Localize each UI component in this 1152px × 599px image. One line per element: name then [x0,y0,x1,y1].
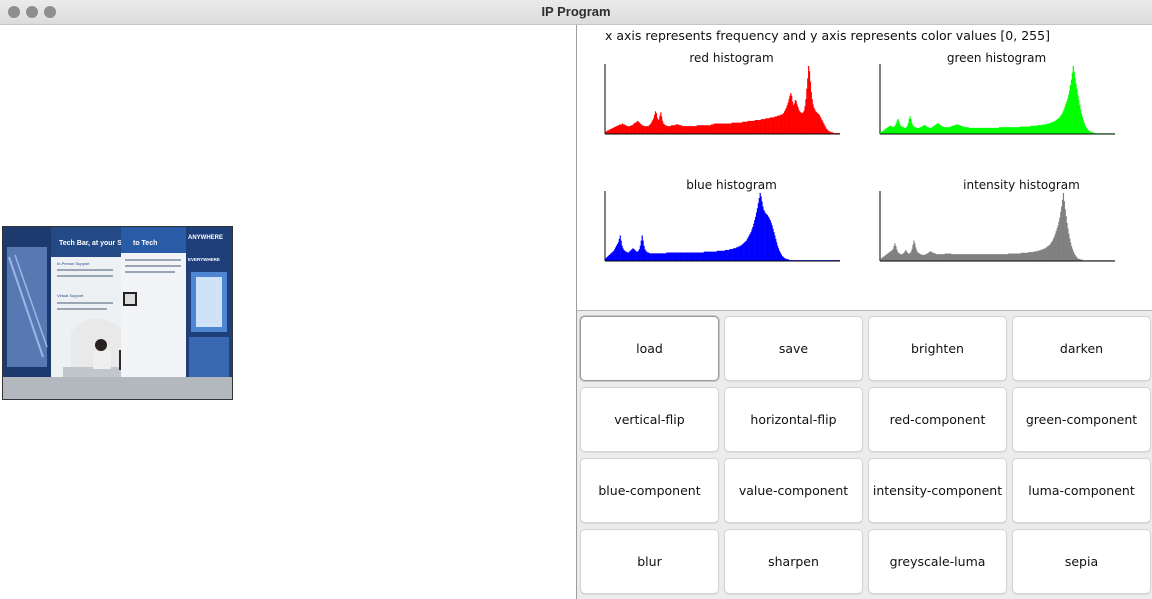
sign-text-anywhere: ANYWHERE [188,235,223,241]
brighten-button[interactable]: brighten [868,316,1007,381]
blue-histogram-label: blue histogram [686,178,777,192]
window-titlebar: IP Program [0,0,1152,25]
loaded-image: Tech Bar, at your Service In-Person Supp… [2,226,233,400]
value-component-button[interactable]: value-component [724,458,863,523]
green-histogram-chart [879,64,1115,135]
darken-button[interactable]: darken [1012,316,1151,381]
green-histogram-label: green histogram [946,51,1047,65]
sepia-button[interactable]: sepia [1012,529,1151,594]
save-button[interactable]: save [724,316,863,381]
image-panel: Tech Bar, at your Service In-Person Supp… [0,25,577,599]
blue-histogram-chart [604,191,840,262]
greyscale-luma-button[interactable]: greyscale-luma [868,529,1007,594]
operation-buttons-panel: load save brighten darken vertical-flip … [577,311,1152,599]
sign-text-everywhere: EVERYWHERE [188,257,220,262]
red-histogram-chart [604,64,840,135]
sign-text-in-person: In-Person Support [57,261,90,266]
intensity-histogram-label: intensity histogram [963,178,1080,192]
vertical-flip-button[interactable]: vertical-flip [580,387,719,452]
histogram-caption: x axis represents frequency and y axis r… [605,28,1050,43]
blue-component-button[interactable]: blue-component [580,458,719,523]
window-title: IP Program [541,4,611,19]
red-histogram-label: red histogram [689,51,774,65]
horizontal-flip-button[interactable]: horizontal-flip [724,387,863,452]
luma-component-button[interactable]: luma-component [1012,458,1151,523]
red-component-button[interactable]: red-component [868,387,1007,452]
sign-text-virtual: Virtual Support [57,293,84,298]
histogram-panel: x axis represents frequency and y axis r… [577,25,1152,311]
sharpen-button[interactable]: sharpen [724,529,863,594]
intensity-component-button[interactable]: intensity-component [868,458,1007,523]
green-component-button[interactable]: green-component [1012,387,1151,452]
sign-text-to-tech: to Tech [133,240,157,247]
intensity-histogram-chart [879,191,1115,262]
blur-button[interactable]: blur [580,529,719,594]
load-button[interactable]: load [580,316,719,381]
